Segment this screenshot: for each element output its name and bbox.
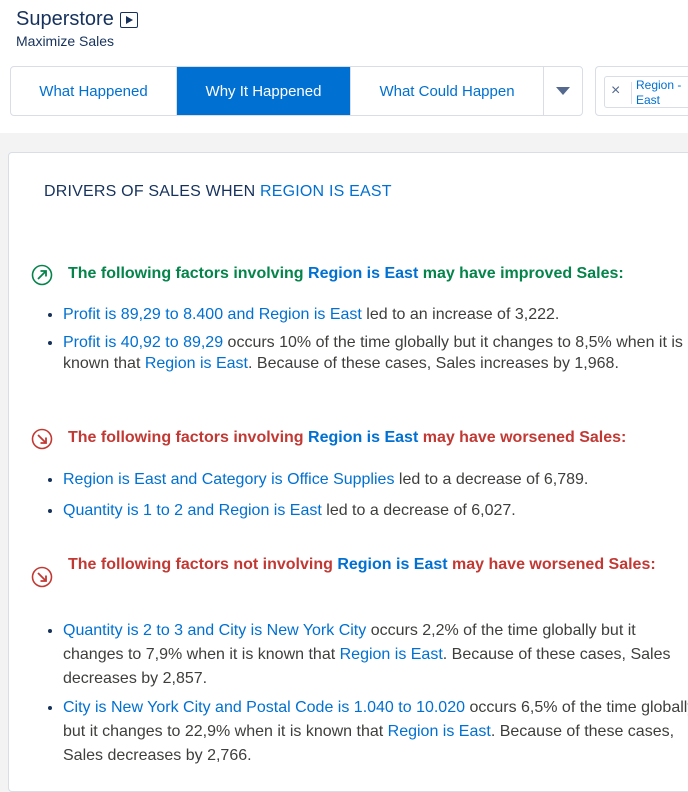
region-link[interactable]: Region is East [340, 646, 443, 663]
heading-prefix: The following factors not involving [68, 556, 338, 573]
heading-suffix: may have worsened Sales: [447, 556, 656, 573]
region-link[interactable]: Region is East [145, 355, 248, 372]
trend-down-icon [31, 566, 53, 588]
tab-what-happened[interactable]: What Happened [11, 67, 177, 115]
tab-bar: What Happened Why It Happened What Could… [10, 66, 583, 116]
section-worsened-heading: The following factors involving Region i… [68, 426, 626, 450]
list-item: Profit is 89,29 to 8.400 and Region is E… [63, 304, 688, 325]
not-involving-list: Quantity is 2 to 3 and City is New York … [45, 619, 688, 775]
region-link[interactable]: Region is East [388, 723, 491, 740]
heading-highlight[interactable]: Region is East [337, 556, 447, 573]
list-item: Region is East and Category is Office Su… [63, 469, 688, 490]
trend-up-icon [31, 264, 53, 286]
title-row: Superstore [16, 8, 138, 31]
driver-text: led to a decrease of 6,027. [321, 502, 516, 519]
heading-suffix: may have worsened Sales: [418, 429, 627, 446]
driver-link[interactable]: Profit is 89,29 to 8.400 and Region is E… [63, 306, 362, 323]
driver-link[interactable]: Quantity is 1 to 2 and Region is East [63, 502, 322, 519]
card-title-prefix: DRIVERS OF SALES WHEN [44, 183, 260, 200]
play-icon[interactable] [119, 11, 138, 28]
heading-prefix: The following factors involving [68, 265, 309, 282]
filter-pill: × Region - East [604, 76, 688, 108]
heading-highlight[interactable]: Region is East [308, 429, 418, 446]
page-subtitle: Maximize Sales [16, 33, 115, 49]
worsened-list: Region is East and Category is Office Su… [45, 469, 688, 528]
close-icon[interactable]: × [611, 82, 620, 100]
driver-link[interactable]: Region is East and Category is Office Su… [63, 471, 394, 488]
list-item: City is New York City and Postal Code is… [63, 696, 688, 768]
card-title: DRIVERS OF SALES WHEN REGION IS EAST [44, 183, 392, 201]
chevron-down-icon [556, 87, 570, 95]
improved-list: Profit is 89,29 to 8.400 and Region is E… [45, 304, 688, 381]
driver-link[interactable]: City is New York City and Postal Code is… [63, 699, 465, 716]
list-item: Quantity is 2 to 3 and City is New York … [63, 619, 688, 691]
more-tabs-button[interactable] [544, 67, 582, 115]
heading-prefix: The following factors involving [68, 429, 309, 446]
list-item: Profit is 40,92 to 89,29 occurs 10% of t… [63, 332, 688, 374]
driver-link[interactable]: Profit is 40,92 to 89,29 [63, 334, 223, 351]
app-header: Superstore Maximize Sales What Happened … [0, 0, 688, 133]
filter-panel: × Region - East [595, 66, 688, 116]
filter-pill-label[interactable]: Region - East [631, 78, 688, 108]
driver-link[interactable]: Quantity is 2 to 3 and City is New York … [63, 622, 366, 639]
filter-label-line2: East [636, 93, 661, 107]
driver-text: . Because of these cases, Sales increase… [248, 355, 619, 372]
heading-highlight[interactable]: Region is East [308, 265, 418, 282]
tab-why-it-happened[interactable]: Why It Happened [177, 67, 351, 115]
filter-label-line1: Region - [636, 78, 682, 92]
drivers-card: DRIVERS OF SALES WHEN REGION IS EAST The… [8, 152, 688, 792]
driver-text: led to a decrease of 6,789. [394, 471, 589, 488]
driver-text: led to an increase of 3,222. [361, 306, 560, 323]
heading-suffix: may have improved Sales: [418, 265, 624, 282]
page-title: Superstore [16, 8, 114, 30]
section-improved-heading: The following factors involving Region i… [68, 262, 624, 286]
tab-what-could-happen[interactable]: What Could Happen [351, 67, 544, 115]
section-not-involving-heading: The following factors not involving Regi… [68, 553, 668, 577]
list-item: Quantity is 1 to 2 and Region is East le… [63, 500, 688, 521]
card-title-highlight[interactable]: REGION IS EAST [260, 183, 392, 200]
trend-down-icon [31, 428, 53, 450]
